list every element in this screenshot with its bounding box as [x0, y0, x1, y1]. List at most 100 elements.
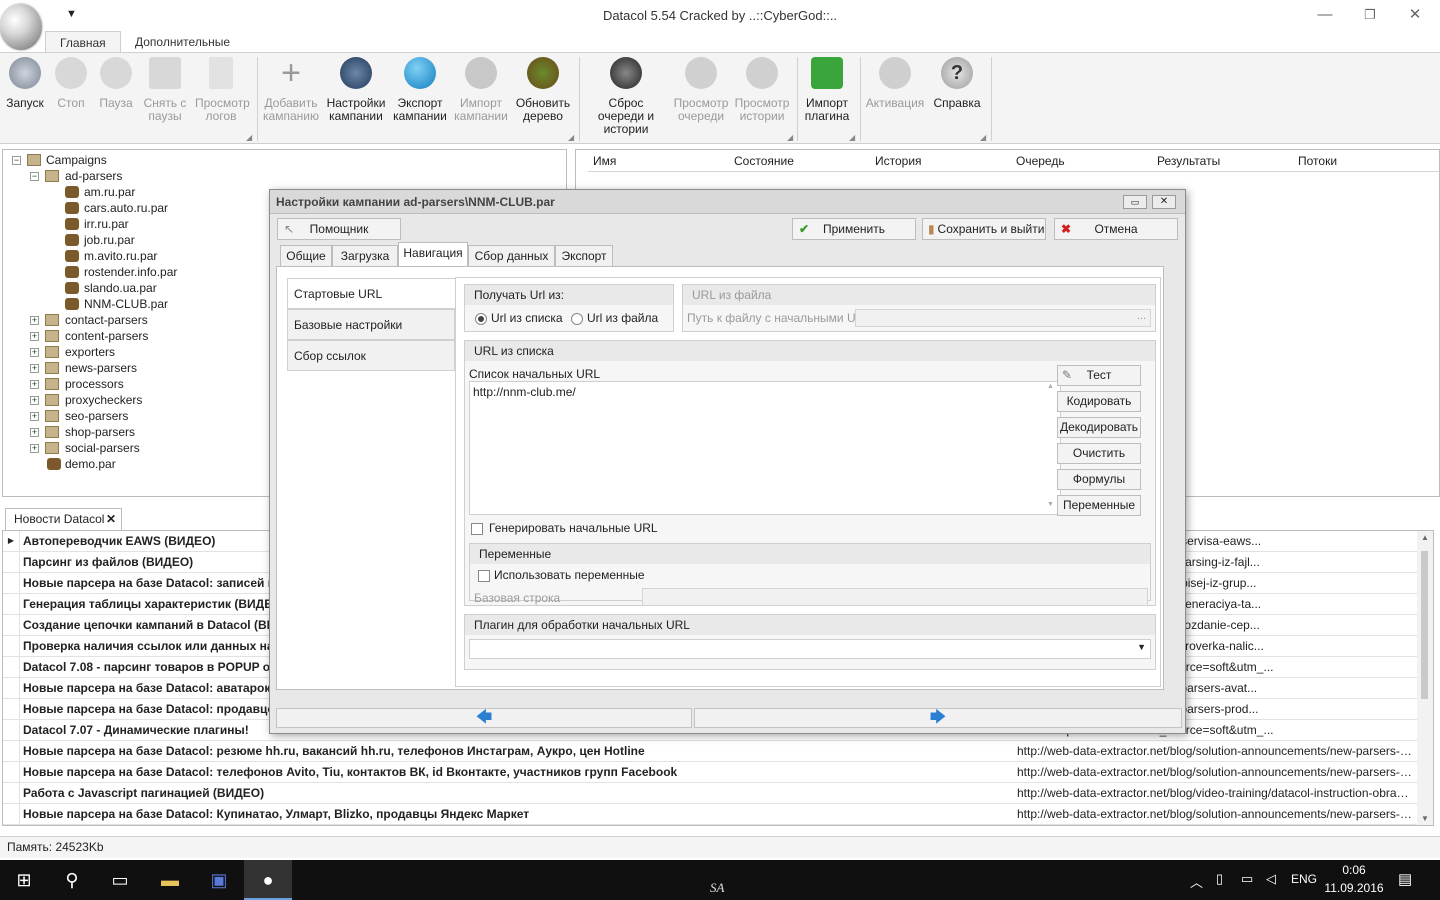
export-campaign-button[interactable]: Экспорт кампании — [392, 57, 448, 123]
news-url[interactable]: http://web-data-extractor.net/blog/solut… — [1017, 741, 1415, 761]
back-arrow-icon[interactable]: 🡄 — [276, 708, 692, 728]
news-row[interactable]: Новые парсера на базе Datacol: телефонов… — [3, 762, 1418, 783]
dtab-general[interactable]: Общие — [280, 245, 332, 266]
close-icon[interactable]: ✕ — [1400, 4, 1430, 26]
news-row[interactable]: Новые парсера на базе Datacol: Купинатао… — [3, 804, 1418, 825]
expand-icon[interactable]: + — [30, 428, 39, 437]
tree-folder[interactable]: social-parsers — [65, 440, 140, 456]
clock-date[interactable]: 11.09.2016 — [1323, 881, 1385, 895]
apply-button[interactable]: ✔ Применить — [792, 218, 916, 240]
tree-folder[interactable]: processors — [65, 376, 124, 392]
radio-url-file[interactable] — [571, 313, 583, 325]
help-button[interactable]: ? Справка — [930, 57, 984, 110]
side-base-nav[interactable]: Базовые настройки навигации — [287, 309, 455, 362]
minimize-icon[interactable]: — — [1310, 4, 1340, 26]
col-results[interactable]: Результаты — [1152, 150, 1294, 172]
news-tab[interactable]: Новости Datacol ✕ — [5, 508, 122, 530]
use-vars-checkbox[interactable] — [478, 570, 490, 582]
import-plugin-button[interactable]: Импорт плагина — [801, 57, 853, 123]
add-campaign-button[interactable]: + Добавить кампанию — [262, 56, 320, 123]
tree-folder[interactable]: proxycheckers — [65, 392, 142, 408]
start-button[interactable]: Запуск — [4, 57, 46, 110]
usb-icon[interactable]: ▯ — [1216, 871, 1223, 887]
dtab-data-collection[interactable]: Сбор данных — [468, 245, 555, 266]
collapse-icon[interactable]: − — [12, 156, 21, 165]
news-row[interactable]: Новые парсера на базе Datacol: резюме hh… — [3, 741, 1418, 762]
encode-button[interactable]: Кодировать — [1057, 391, 1141, 412]
dtab-navigation[interactable]: Навигация — [398, 242, 468, 266]
tree-item[interactable]: job.ru.par — [84, 232, 135, 248]
plugin-select[interactable]: ▼ — [469, 639, 1151, 659]
collapse-icon[interactable]: − — [30, 172, 39, 181]
gen-urls-checkbox[interactable] — [471, 523, 483, 535]
view-queue-button[interactable]: Просмотр очереди — [672, 57, 730, 123]
search-icon[interactable]: ⚲ — [48, 860, 96, 900]
tree-folder[interactable]: contact-parsers — [65, 312, 148, 328]
tab-extra[interactable]: Дополнительные — [121, 31, 244, 53]
start-urls-textarea[interactable]: http://nnm-club.me/ — [469, 381, 1061, 515]
save-app-icon[interactable]: ▣ — [195, 860, 243, 900]
col-queue[interactable]: Очередь — [1011, 150, 1153, 172]
campaign-settings-button[interactable]: Настройки кампании — [326, 57, 386, 123]
expand-icon[interactable]: + — [30, 348, 39, 357]
expand-icon[interactable]: + — [30, 316, 39, 325]
base-string-input[interactable] — [642, 588, 1148, 606]
import-campaign-button[interactable]: Импорт кампании — [453, 57, 509, 123]
col-threads[interactable]: Потоки — [1293, 150, 1439, 172]
helper-button[interactable]: ↖ Помощник — [277, 218, 401, 240]
tree-folder[interactable]: exporters — [65, 344, 115, 360]
radio-url-list[interactable] — [475, 313, 487, 325]
volume-icon[interactable]: ◁ — [1266, 871, 1276, 887]
browse-icon[interactable]: ... — [1137, 310, 1146, 322]
dtab-loading[interactable]: Загрузка — [332, 245, 398, 266]
reset-queue-button[interactable]: Сброс очереди и истории — [584, 57, 668, 136]
close-tab-icon[interactable]: ✕ — [106, 509, 116, 529]
news-url[interactable]: http://web-data-extractor.net/blog/video… — [1017, 783, 1415, 803]
formulas-button[interactable]: Формулы — [1057, 469, 1141, 490]
expand-icon[interactable]: + — [30, 332, 39, 341]
side-start-urls[interactable]: Стартовые URL — [287, 278, 455, 309]
stop-button[interactable]: Стоп — [50, 57, 92, 110]
tree-item[interactable]: NNM-CLUB.par — [84, 296, 168, 312]
notification-icon[interactable]: ▤ — [1398, 870, 1412, 888]
unpause-button[interactable]: Снять с паузы — [140, 57, 190, 123]
tree-folder-ad-parsers[interactable]: ad-parsers — [65, 168, 122, 184]
tree-item[interactable]: am.ru.par — [84, 184, 135, 200]
restore-icon[interactable]: ❐ — [1355, 4, 1385, 26]
tab-main[interactable]: Главная — [45, 31, 121, 53]
tree-item[interactable]: slando.ua.par — [84, 280, 157, 296]
expand-icon[interactable]: + — [30, 364, 39, 373]
forward-arrow-icon[interactable]: 🡆 — [694, 708, 1182, 728]
cancel-button[interactable]: ✖ Отмена — [1054, 218, 1178, 240]
task-view-icon[interactable]: ▭ — [96, 860, 144, 900]
activation-button[interactable]: Активация — [865, 57, 925, 110]
tree-item[interactable]: rostender.info.par — [84, 264, 177, 280]
tree-root[interactable]: Campaigns — [46, 152, 107, 168]
col-history[interactable]: История — [870, 150, 1012, 172]
decode-button[interactable]: Декодировать — [1057, 417, 1141, 438]
col-state[interactable]: Состояние — [729, 150, 871, 172]
tray-chevron-icon[interactable]: ︿ — [1190, 872, 1203, 891]
pause-button[interactable]: Пауза — [95, 57, 137, 110]
tree-item-demo[interactable]: demo.par — [65, 456, 116, 472]
expand-icon[interactable]: + — [30, 412, 39, 421]
expand-icon[interactable]: + — [30, 444, 39, 453]
view-logs-button[interactable]: Просмотр логов — [195, 57, 250, 123]
tree-item[interactable]: m.avito.ru.par — [84, 248, 157, 264]
refresh-tree-button[interactable]: Обновить дерево — [514, 57, 572, 123]
dialog-close-icon[interactable]: ✕ — [1152, 195, 1176, 209]
tree-item[interactable]: irr.ru.par — [84, 216, 129, 232]
tree-folder[interactable]: seo-parsers — [65, 408, 128, 424]
language-indicator[interactable]: ENG — [1291, 872, 1317, 886]
tree-folder[interactable]: content-parsers — [65, 328, 148, 344]
file-explorer-icon[interactable]: ▬ — [146, 860, 194, 900]
test-button[interactable]: ✎ Тест — [1057, 365, 1141, 386]
windows-start-icon[interactable]: ⊞ — [0, 860, 48, 900]
tree-item[interactable]: cars.auto.ru.par — [84, 200, 168, 216]
dtab-export[interactable]: Экспорт — [555, 245, 613, 266]
news-url[interactable]: http://web-data-extractor.net/blog/solut… — [1017, 762, 1415, 782]
network-icon[interactable]: ▭ — [1241, 871, 1253, 887]
save-exit-button[interactable]: ▮ Сохранить и выйти — [922, 218, 1046, 240]
clock-time[interactable]: 0:06 — [1323, 863, 1385, 877]
expand-icon[interactable]: + — [30, 396, 39, 405]
